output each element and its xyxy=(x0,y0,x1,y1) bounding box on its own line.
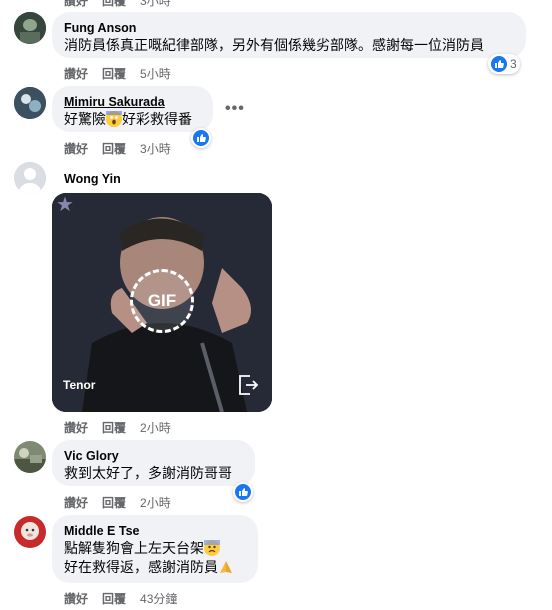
scream-emoji-icon xyxy=(106,111,122,127)
comment-author[interactable]: Middle E Tse xyxy=(64,523,246,539)
reply-button[interactable]: 回覆 xyxy=(102,0,126,9)
comment-text-line: 點解隻狗會上左天台架 xyxy=(64,540,204,556)
comment-author[interactable]: Mimiru Sakurada xyxy=(64,94,201,110)
reply-button[interactable]: 回覆 xyxy=(102,590,126,607)
like-button[interactable]: 讚好 xyxy=(64,0,88,9)
folded-hands-emoji-icon xyxy=(218,559,234,575)
comment-time[interactable]: 3小時 xyxy=(140,140,171,157)
comment-text-part: 好彩救得番 xyxy=(122,111,192,127)
comment-actions: 讚好 回覆 3小時 xyxy=(64,140,171,157)
more-options-icon[interactable]: ••• xyxy=(225,100,245,118)
comment-bubble: Middle E Tse 點解隻狗會上左天台架 好在救得返，感謝消防員 xyxy=(52,515,258,583)
comment-actions: 讚好 回覆 5小時 xyxy=(64,65,171,82)
like-button[interactable]: 讚好 xyxy=(64,65,88,82)
comment-bubble: Vic Glory 救到太好了，多謝消防哥哥 xyxy=(52,440,255,486)
comment-text: 消防員係真正嘅紀律部隊，另外有個係幾劣部隊。感謝每一位消防員 xyxy=(64,37,484,53)
reply-button[interactable]: 回覆 xyxy=(102,140,126,157)
reaction-number: 3 xyxy=(510,57,517,71)
fearful-face-emoji-icon xyxy=(204,540,220,556)
reply-button[interactable]: 回覆 xyxy=(102,494,126,511)
favorite-star-icon[interactable]: ★ xyxy=(56,195,74,215)
avatar[interactable] xyxy=(14,12,46,44)
comment-bubble: Mimiru Sakurada 好驚險 好彩救得番 xyxy=(52,86,213,132)
comment-bubble: Fung Anson 消防員係真正嘅紀律部隊，另外有個係幾劣部隊。感謝每一位消防… xyxy=(52,12,526,58)
comment-text-line: 好在救得返，感謝消防員 xyxy=(64,559,218,575)
reply-button[interactable]: 回覆 xyxy=(102,65,126,82)
comment-time[interactable]: 2小時 xyxy=(140,419,171,436)
comment-time: 3小時 xyxy=(140,0,171,8)
like-reaction-icon xyxy=(235,484,251,500)
gif-attachment[interactable]: ★ GIF Tenor xyxy=(52,193,272,412)
comment-time[interactable]: 5小時 xyxy=(140,65,171,82)
like-reaction-icon xyxy=(193,130,209,146)
comment-author[interactable]: Wong Yin xyxy=(64,171,121,187)
comment-actions-prev: 讚好 回覆 3小時 xyxy=(64,0,171,9)
comment-actions: 讚好 回覆 2小時 xyxy=(64,494,171,511)
gif-badge: GIF xyxy=(130,269,194,333)
reaction-count[interactable]: 3 xyxy=(488,54,520,74)
comment-text-part: 好驚險 xyxy=(64,111,106,127)
gif-badge-label: GIF xyxy=(147,291,177,310)
like-reaction-icon xyxy=(491,56,507,72)
avatar[interactable] xyxy=(14,516,46,548)
avatar[interactable] xyxy=(14,441,46,473)
like-button[interactable]: 讚好 xyxy=(64,140,88,157)
comment-time[interactable]: 43分鐘 xyxy=(140,590,177,607)
reaction-count[interactable] xyxy=(191,128,211,148)
comment-actions: 讚好 回覆 43分鐘 xyxy=(64,590,177,607)
gif-source-label: Tenor xyxy=(63,378,96,392)
open-external-icon[interactable] xyxy=(236,373,260,402)
comment-text: 好在救得返，感謝消防員 xyxy=(64,558,246,577)
avatar[interactable] xyxy=(14,87,46,119)
comment-actions: 讚好 回覆 2小時 xyxy=(64,419,171,436)
comment-time[interactable]: 2小時 xyxy=(140,494,171,511)
like-button[interactable]: 讚好 xyxy=(64,590,88,607)
comment-author[interactable]: Fung Anson xyxy=(64,20,514,36)
comment-text: 好驚險 好彩救得番 xyxy=(64,110,201,129)
like-button[interactable]: 讚好 xyxy=(64,419,88,436)
comment-text: 救到太好了，多謝消防哥哥 xyxy=(64,465,232,481)
avatar[interactable] xyxy=(14,162,46,194)
reaction-count[interactable] xyxy=(233,482,253,502)
like-button[interactable]: 讚好 xyxy=(64,494,88,511)
reply-button[interactable]: 回覆 xyxy=(102,419,126,436)
comment-author[interactable]: Vic Glory xyxy=(64,448,243,464)
comment-text: 點解隻狗會上左天台架 xyxy=(64,539,246,558)
